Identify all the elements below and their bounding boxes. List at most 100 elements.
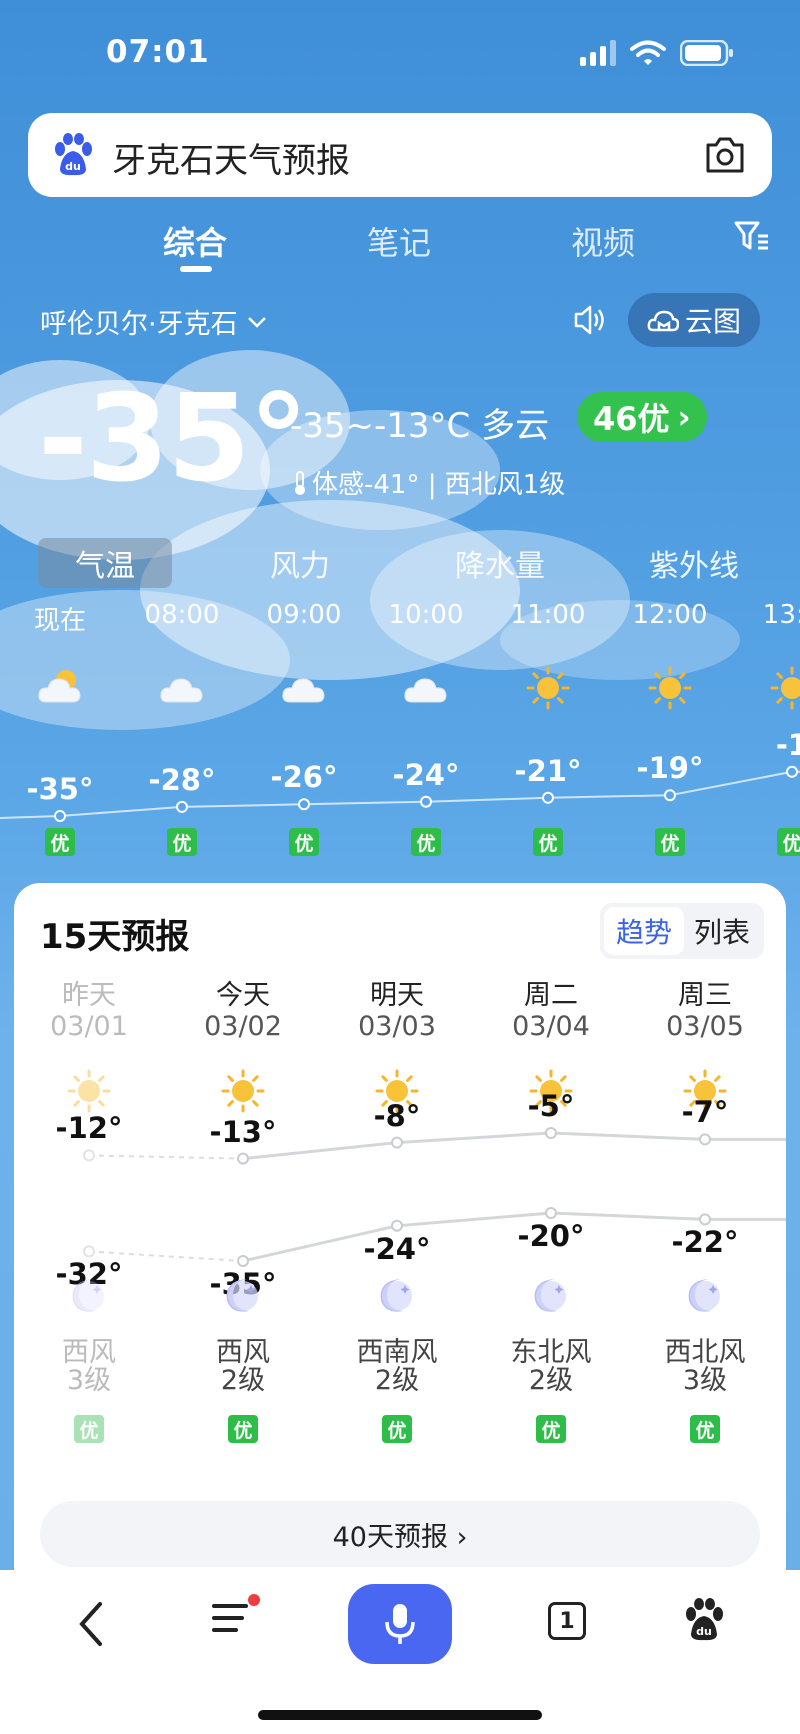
tab-temperature[interactable]: 气温 (38, 538, 172, 588)
hourly-time: 12:00 (632, 600, 708, 630)
daily-forecast-item[interactable]: 周二 03/04 -5° -20° 东北风 2级优 (476, 973, 626, 1443)
location-label: 呼伦贝尔·牙克石 (40, 309, 238, 340)
svg-text:du: du (696, 1625, 712, 1638)
search-query-text[interactable]: 牙克石天气预报 (112, 133, 350, 182)
microphone-icon (385, 1604, 415, 1644)
day-date: 03/04 (512, 1011, 590, 1042)
high-temp-line-point (391, 1136, 403, 1149)
day-low-temp: -20° (517, 1219, 585, 1253)
wifi-icon (630, 40, 666, 65)
search-tabs: 综合 笔记 视频 (0, 210, 800, 280)
hourly-temp-point (664, 789, 676, 802)
low-temp-line-point (545, 1207, 557, 1219)
air-quality-badge: 优 (690, 1415, 720, 1443)
low-temp-line-point (391, 1219, 403, 1232)
hourly-temp-point (786, 765, 798, 778)
wind-level: 2级 (220, 1365, 266, 1396)
day-wind: 西北风 3级 (630, 1339, 780, 1395)
tab-precipitation[interactable]: 降水量 (430, 538, 570, 588)
tab-uv[interactable]: 紫外线 (624, 538, 764, 588)
thermometer-icon (295, 470, 305, 495)
location-selector[interactable]: 呼伦贝尔·牙克石 (40, 302, 268, 341)
daily-forecast-item[interactable]: 周三 03/05 -7° -22° 西北风 3级优 (630, 973, 780, 1443)
wind-direction: 西风 (62, 1337, 116, 1368)
hourly-temp-point (420, 795, 432, 808)
day-low-temp: -22° (671, 1225, 739, 1260)
baidu-paw-icon[interactable]: du (684, 1598, 724, 1642)
hourly-time: 11:00 (510, 600, 586, 630)
temp-range-condition: -35~-13°C 多云 (290, 406, 550, 446)
hourly-metric-tabs: 气温 风力 降水量 紫外线 (0, 538, 800, 590)
wind-level: 3级 (682, 1365, 728, 1396)
battery-icon (680, 40, 733, 66)
low-temp-line-point (237, 1255, 249, 1267)
cloud-map-label: 云图 (684, 305, 741, 338)
wind-level: 2级 (374, 1365, 420, 1396)
hourly-time: 10:00 (388, 600, 464, 630)
day-high-temp: -5° (527, 1089, 575, 1123)
tab-notes[interactable]: 笔记 (367, 218, 431, 264)
day-high-temp: -12° (55, 1111, 123, 1146)
current-temperature: -35° (38, 370, 309, 509)
air-quality-badge: 优 (536, 1415, 566, 1443)
search-bar[interactable]: du 牙克石天气预报 (28, 113, 772, 197)
moon-icon (72, 1279, 104, 1312)
sun-icon (526, 666, 570, 710)
status-time: 07:01 (106, 34, 210, 70)
high-temp-line-point (83, 1149, 95, 1162)
partly-cloudy-icon (38, 670, 81, 703)
daily-forecast-item[interactable]: 明天 03/03 -8° -24° 西南风 2级优 (322, 973, 472, 1443)
daily-forecast-item[interactable]: 昨天 03/01 -12° -32° 西风 3级优 (14, 973, 164, 1443)
camera-icon[interactable] (704, 135, 746, 175)
voice-search-button[interactable] (348, 1584, 452, 1664)
day-name: 周二 (524, 980, 578, 1011)
day-low-temp: -24° (363, 1231, 431, 1266)
tab-switcher-button[interactable]: 1 (548, 1602, 586, 1640)
air-quality-badge: 优 (167, 828, 197, 856)
day-high-temp: -7° (681, 1095, 729, 1130)
feels-like-wind: 体感-41° | 西北风1级 (292, 464, 565, 501)
hourly-temp: -26° (270, 760, 338, 795)
cloudy-icon (282, 678, 325, 703)
menu-icon[interactable] (212, 1598, 252, 1638)
hourly-time: 现在 (33, 606, 86, 636)
sun-icon (770, 666, 800, 710)
air-quality-badge: 优 (45, 828, 75, 856)
hourly-temp: -35° (26, 772, 94, 806)
high-temp-line-point (237, 1152, 249, 1165)
baidu-paw-logo-icon: du (55, 133, 92, 176)
speaker-icon[interactable] (572, 302, 608, 338)
tab-videos[interactable]: 视频 (571, 218, 635, 264)
filter-icon[interactable] (734, 220, 770, 254)
active-tab-indicator (180, 266, 212, 272)
tab-wind[interactable]: 风力 (240, 538, 360, 588)
forty-day-forecast-button[interactable]: 40天预报 › (40, 1501, 760, 1567)
hourly-time: 09:00 (266, 600, 342, 630)
hourly-item: 现在 -35° 优 (5, 600, 115, 856)
tab-comprehensive[interactable]: 综合 (163, 218, 227, 264)
cloud-map-button[interactable]: 云图 (628, 293, 760, 347)
hourly-item: 08:00 -28° 优 (127, 600, 237, 856)
hourly-temp: -19° (636, 751, 704, 786)
hourly-item: 13:0 -1 优 (737, 600, 800, 856)
hourly-time: 08:00 (144, 600, 220, 630)
hourly-item: 11:00 -21° 优 (493, 600, 603, 856)
daily-forecast-item[interactable]: 今天03/02-13°-35°西风2级优 (168, 973, 318, 1443)
home-indicator (258, 1710, 542, 1720)
back-arrow-icon[interactable] (72, 1600, 112, 1648)
sun-icon (648, 666, 692, 710)
hourly-temp-point (542, 791, 554, 804)
hourly-item: 10:00 -24° 优 (371, 600, 481, 856)
feels-like-text: 体感-41° | 西北风1级 (312, 470, 566, 500)
air-quality-badge: 优 (382, 1415, 412, 1443)
chevron-down-icon (247, 316, 266, 328)
hourly-item: 12:00 -19° 优 (615, 600, 725, 856)
wind-direction: 东北风 (510, 1337, 592, 1368)
low-temp-line-point (699, 1213, 711, 1226)
aqi-badge[interactable]: 46优 › (577, 392, 707, 442)
moon-icon (534, 1279, 566, 1312)
aqi-value: 46优 (593, 400, 670, 438)
day-date: 03/01 (50, 1011, 128, 1042)
hourly-item: 09:00 -26° 优 (249, 600, 359, 856)
low-temp-line-point (83, 1245, 95, 1258)
